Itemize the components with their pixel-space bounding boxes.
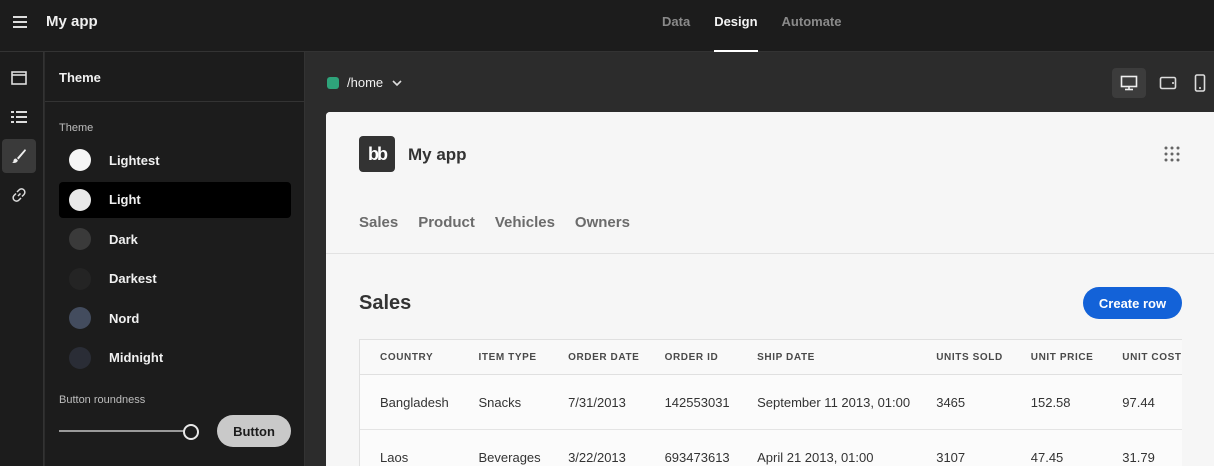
table-cell: Bangladesh: [380, 394, 449, 410]
theme-list: Lightest Light Dark Darkest Nord Midnigh…: [59, 142, 291, 379]
nav-item-sales[interactable]: Sales: [359, 214, 398, 231]
menu-icon[interactable]: [10, 13, 30, 33]
tab-data[interactable]: Data: [662, 0, 690, 52]
tab-automate[interactable]: Automate: [782, 0, 842, 52]
nav-item-product[interactable]: Product: [418, 214, 475, 231]
roundness-label: Button roundness: [59, 394, 146, 406]
create-row-button[interactable]: Create row: [1083, 287, 1182, 319]
swatch-icon: [69, 188, 91, 211]
table-cell: 3/22/2013: [568, 449, 626, 465]
desktop-icon[interactable]: [1112, 68, 1146, 98]
nav-item-vehicles[interactable]: Vehicles: [495, 214, 555, 231]
swatch-icon: [69, 267, 91, 290]
panel-heading: Theme: [45, 52, 304, 102]
theme-option-nord[interactable]: Nord: [59, 300, 291, 336]
slider-knob[interactable]: [183, 424, 199, 440]
icon-rail: [0, 52, 44, 466]
table-header: COUNTRY ITEM TYPE ORDER DATE ORDER ID SH…: [360, 340, 1182, 375]
table-cell: 142553031: [664, 394, 730, 410]
table-cell: Beverages: [478, 449, 541, 465]
table-row[interactable]: Bangladesh Snacks 7/31/2013 142553031 Se…: [360, 375, 1182, 430]
column-header[interactable]: ITEM TYPE: [479, 352, 569, 363]
button-preview[interactable]: Button: [217, 415, 291, 447]
theme-option-dark[interactable]: Dark: [59, 221, 291, 257]
column-header[interactable]: COUNTRY: [360, 352, 479, 363]
preview-body: Sales Create row COUNTRY ITEM TYPE ORDER…: [326, 254, 1214, 466]
swatch-icon: [69, 307, 91, 329]
theme-name: Lightest: [109, 152, 160, 168]
theme-name: Light: [109, 192, 141, 207]
tab-design[interactable]: Design: [714, 0, 758, 52]
swatch-icon: [69, 228, 91, 250]
top-tabs: Data Design Automate: [662, 0, 841, 52]
theme-option-light[interactable]: Light: [59, 181, 291, 218]
route-color-dot: [327, 76, 339, 89]
column-header[interactable]: UNIT PRICE: [1031, 352, 1123, 363]
layout-icon[interactable]: [2, 61, 36, 95]
theme-option-lightest[interactable]: Lightest: [59, 142, 291, 178]
column-header[interactable]: SHIP DATE: [757, 352, 936, 363]
preview-app-title: My app: [408, 145, 467, 164]
theme-name: Darkest: [109, 271, 157, 286]
chevron-down-icon: [392, 79, 402, 86]
nav-item-owners[interactable]: Owners: [575, 214, 630, 231]
brush-icon[interactable]: [2, 139, 36, 173]
tablet-icon[interactable]: [1151, 68, 1185, 98]
theme-name: Nord: [109, 310, 140, 326]
section-title: Sales: [359, 292, 412, 314]
column-header[interactable]: ORDER DATE: [568, 352, 665, 363]
app-preview: bb My app Sales Product Vehicles Owners …: [326, 112, 1214, 466]
route-selector[interactable]: /home: [327, 75, 403, 90]
theme-option-darkest[interactable]: Darkest: [59, 261, 291, 297]
theme-panel: Theme Theme Lightest Light Dark Darkest …: [45, 52, 305, 466]
table-cell: 152.58: [1030, 394, 1071, 410]
design-canvas: /home bb My app Sales Product Vehicles O…: [306, 52, 1214, 466]
table-cell: 31.79: [1122, 449, 1155, 465]
app-title: My app: [46, 13, 98, 30]
table-cell: Snacks: [478, 394, 522, 410]
table-cell: Laos: [380, 449, 409, 465]
swatch-icon: [69, 346, 91, 369]
preview-header: bb My app Sales Product Vehicles Owners: [326, 112, 1214, 254]
preview-nav: Sales Product Vehicles Owners: [359, 214, 630, 231]
sales-table: COUNTRY ITEM TYPE ORDER DATE ORDER ID SH…: [359, 339, 1182, 466]
table-cell: April 21 2013, 01:00: [757, 449, 874, 465]
list-icon[interactable]: [2, 100, 36, 134]
table-cell: September 11 2013, 01:00: [757, 394, 911, 410]
slider-track: [59, 430, 187, 432]
table-cell: 693473613: [664, 449, 730, 465]
route-path: /home: [347, 75, 384, 90]
grid-icon[interactable]: [1164, 146, 1180, 162]
theme-label: Theme: [59, 122, 94, 134]
app-logo: bb: [359, 136, 395, 172]
link-icon[interactable]: [2, 178, 36, 212]
theme-option-midnight[interactable]: Midnight: [59, 340, 291, 376]
theme-name: Dark: [109, 231, 138, 247]
table-cell: 97.44: [1122, 394, 1155, 410]
theme-name: Midnight: [109, 350, 164, 365]
roundness-slider[interactable]: [59, 424, 205, 440]
top-bar: My app Data Design Automate: [0, 0, 1214, 52]
column-header[interactable]: UNITS SOLD: [936, 352, 1031, 363]
column-header[interactable]: UNIT COST: [1122, 352, 1182, 363]
table-cell: 3107: [936, 449, 966, 465]
table-row[interactable]: Laos Beverages 3/22/2013 693473613 April…: [360, 430, 1182, 466]
mobile-icon[interactable]: [1188, 68, 1214, 98]
column-header[interactable]: ORDER ID: [665, 352, 758, 363]
table-cell: 7/31/2013: [568, 394, 626, 410]
table-cell: 3465: [936, 394, 966, 410]
swatch-icon: [69, 149, 91, 171]
table-cell: 47.45: [1030, 449, 1064, 465]
